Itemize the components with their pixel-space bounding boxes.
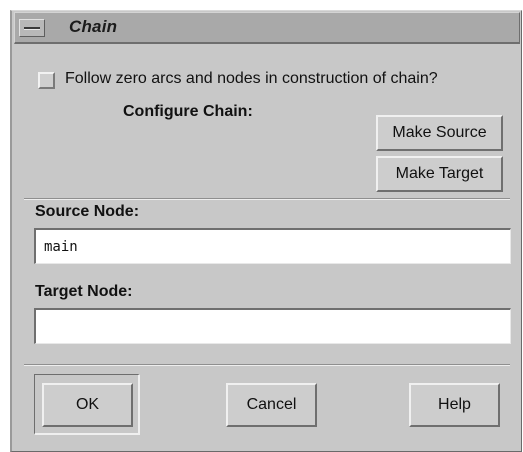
ok-button[interactable]: OK [42, 383, 133, 427]
follow-zero-checkbox[interactable] [38, 72, 55, 89]
make-target-button[interactable]: Make Target [376, 156, 503, 192]
cancel-button[interactable]: Cancel [226, 383, 317, 427]
configure-chain-label: Configure Chain: [123, 103, 253, 120]
target-node-input[interactable] [34, 308, 511, 344]
separator [24, 198, 510, 200]
follow-zero-label[interactable]: Follow zero arcs and nodes in constructi… [65, 70, 438, 88]
make-source-button[interactable]: Make Source [376, 115, 503, 151]
titlebar[interactable]: Chain [14, 12, 520, 44]
chain-dialog: Chain Follow zero arcs and nodes in cons… [10, 10, 522, 452]
window-menu-button[interactable] [19, 19, 45, 37]
source-node-label: Source Node: [35, 203, 140, 220]
target-node-label: Target Node: [35, 283, 133, 300]
window-menu-icon [24, 27, 40, 30]
source-node-input[interactable] [34, 228, 511, 264]
separator [24, 364, 510, 366]
help-button[interactable]: Help [409, 383, 500, 427]
dialog-title: Chain [69, 17, 118, 36]
